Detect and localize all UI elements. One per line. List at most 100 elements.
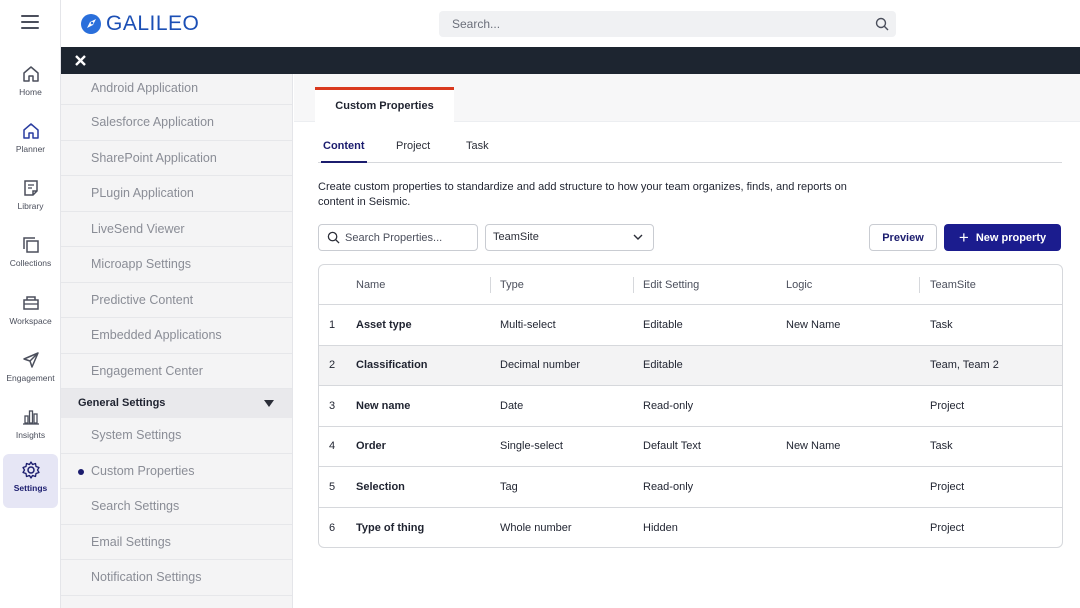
table-row[interactable]: 6 Type of thing Whole number Hidden Proj… bbox=[319, 508, 1062, 548]
settings-bar bbox=[61, 47, 1080, 74]
row-type: Multi-select bbox=[500, 318, 556, 331]
search-icon[interactable] bbox=[875, 17, 889, 31]
nav-section-general-settings[interactable]: General Settings bbox=[61, 389, 292, 418]
top-header: GALILEO bbox=[61, 0, 1080, 47]
column-header-name[interactable]: Name bbox=[356, 265, 385, 304]
nav-item-sharepoint-application[interactable]: SharePoint Application bbox=[61, 141, 292, 176]
subtab-task[interactable]: Task bbox=[466, 140, 489, 163]
row-number: 4 bbox=[329, 440, 336, 453]
rail-label: Settings bbox=[13, 483, 48, 493]
chevron-down-icon bbox=[633, 234, 643, 240]
collections-icon bbox=[22, 237, 39, 253]
rail-label: Insights bbox=[15, 430, 46, 440]
subtab-bar: Content Project Task bbox=[318, 134, 1062, 163]
row-number: 1 bbox=[329, 318, 336, 331]
global-search-input[interactable] bbox=[439, 11, 896, 37]
subtab-content[interactable]: Content bbox=[321, 140, 367, 163]
row-type: Decimal number bbox=[500, 359, 581, 372]
library-icon bbox=[23, 180, 38, 196]
property-search-input[interactable] bbox=[319, 225, 477, 250]
rail-item-workspace[interactable]: Workspace bbox=[3, 287, 58, 341]
row-type: Tag bbox=[500, 480, 518, 493]
rail-label: Collections bbox=[9, 258, 52, 268]
left-rail: Home Planner Library Collections Workspa… bbox=[0, 0, 61, 608]
row-teamsite: Project bbox=[930, 399, 965, 412]
row-teamsite: Task bbox=[930, 318, 953, 331]
row-name: Selection bbox=[356, 480, 405, 493]
row-teamsite: Project bbox=[930, 521, 965, 534]
property-search[interactable] bbox=[318, 224, 478, 251]
rail-item-engagement[interactable]: Engagement bbox=[3, 344, 58, 398]
rail-item-home[interactable]: Home bbox=[3, 58, 58, 112]
nav-item-android-application[interactable]: Android Application bbox=[61, 74, 292, 105]
nav-item-email-settings[interactable]: Email Settings bbox=[61, 525, 292, 560]
table-row[interactable]: 5 Selection Tag Read-only Project bbox=[319, 467, 1062, 508]
column-divider bbox=[633, 277, 634, 293]
rail-item-settings[interactable]: Settings bbox=[3, 454, 58, 508]
rail-label: Library bbox=[17, 201, 44, 211]
new-property-button[interactable]: + New property bbox=[944, 224, 1061, 251]
column-header-teamsite[interactable]: TeamSite bbox=[930, 265, 976, 304]
global-search[interactable] bbox=[439, 11, 896, 37]
nav-item-livesend-viewer[interactable]: LiveSend Viewer bbox=[61, 212, 292, 247]
row-name: Asset type bbox=[356, 318, 412, 331]
row-name: Type of thing bbox=[356, 521, 425, 534]
rail-label: Home bbox=[19, 87, 42, 97]
rail-label: Workspace bbox=[9, 316, 52, 326]
row-type: Date bbox=[500, 399, 524, 412]
engagement-icon bbox=[22, 352, 39, 368]
close-icon[interactable] bbox=[73, 53, 88, 68]
rail-item-collections[interactable]: Collections bbox=[3, 229, 58, 283]
nav-item-microapp-settings[interactable]: Microapp Settings bbox=[61, 247, 292, 283]
column-header-logic[interactable]: Logic bbox=[786, 265, 812, 304]
rail-item-planner[interactable]: Planner bbox=[3, 115, 58, 169]
row-number: 5 bbox=[329, 480, 336, 493]
table-row[interactable]: 2 Classification Decimal number Editable… bbox=[319, 345, 1062, 386]
nav-item-embedded-applications[interactable]: Embedded Applications bbox=[61, 318, 292, 354]
home-icon bbox=[22, 66, 39, 82]
hamburger-menu-icon[interactable] bbox=[21, 15, 39, 29]
nav-section-label: General Settings bbox=[78, 397, 166, 409]
teamsite-dropdown[interactable]: TeamSite bbox=[485, 224, 654, 251]
row-teamsite: Task bbox=[930, 440, 953, 453]
rail-item-insights[interactable]: Insights bbox=[3, 401, 58, 455]
row-logic: New Name bbox=[786, 318, 841, 331]
row-number: 6 bbox=[329, 521, 336, 534]
properties-table: Name Type Edit Setting Logic TeamSite 1 … bbox=[318, 264, 1063, 548]
row-name: New name bbox=[356, 399, 411, 412]
nav-item-notification-settings[interactable]: Notification Settings bbox=[61, 560, 292, 596]
table-header-row: Name Type Edit Setting Logic TeamSite bbox=[319, 265, 1062, 305]
rail-item-library[interactable]: Library bbox=[3, 172, 58, 226]
nav-item-salesforce-application[interactable]: Salesforce Application bbox=[61, 105, 292, 141]
tab-custom-properties[interactable]: Custom Properties bbox=[315, 87, 454, 122]
nav-item-plugin-application[interactable]: PLugin Application bbox=[61, 176, 292, 212]
row-type: Whole number bbox=[500, 521, 572, 534]
galileo-logo-icon bbox=[81, 14, 101, 34]
teamsite-selected-value: TeamSite bbox=[493, 231, 539, 243]
row-type: Single-select bbox=[500, 440, 563, 453]
column-header-type[interactable]: Type bbox=[500, 265, 524, 304]
row-edit-setting: Default Text bbox=[643, 440, 701, 453]
row-name: Classification bbox=[356, 359, 428, 372]
active-indicator-dot bbox=[78, 468, 84, 475]
column-header-edit-setting[interactable]: Edit Setting bbox=[643, 265, 699, 304]
subtab-project[interactable]: Project bbox=[396, 140, 430, 163]
settings-sidebar: Android Application Salesforce Applicati… bbox=[61, 74, 293, 608]
nav-item-search-settings[interactable]: Search Settings bbox=[61, 489, 292, 525]
preview-button[interactable]: Preview bbox=[869, 224, 937, 251]
search-icon bbox=[327, 231, 340, 244]
main-content: Custom Properties Content Project Task C… bbox=[294, 74, 1080, 608]
app-name: GALILEO bbox=[106, 12, 200, 35]
row-edit-setting: Read-only bbox=[643, 480, 694, 493]
column-divider bbox=[490, 277, 491, 293]
table-row[interactable]: 3 New name Date Read-only Project bbox=[319, 386, 1062, 427]
table-row[interactable]: 1 Asset type Multi-select Editable New N… bbox=[319, 305, 1062, 346]
nav-item-engagement-center[interactable]: Engagement Center bbox=[61, 354, 292, 389]
nav-item-predictive-content[interactable]: Predictive Content bbox=[61, 283, 292, 318]
row-logic: New Name bbox=[786, 440, 841, 453]
row-edit-setting: Editable bbox=[643, 359, 683, 372]
table-row[interactable]: 4 Order Single-select Default Text New N… bbox=[319, 427, 1062, 467]
nav-item-system-settings[interactable]: System Settings bbox=[61, 418, 292, 454]
app-logo[interactable]: GALILEO bbox=[81, 12, 199, 36]
nav-item-custom-properties[interactable]: Custom Properties bbox=[61, 454, 292, 489]
